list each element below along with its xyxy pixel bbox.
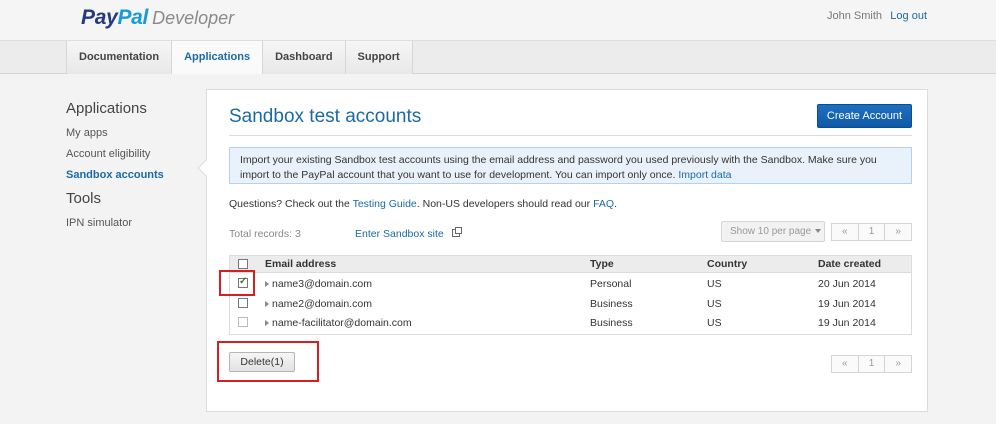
- logo-developer-text: Developer: [152, 8, 235, 28]
- row-date: 20 Jun 2014: [818, 278, 876, 290]
- logo-pal-text: Pal: [117, 6, 149, 29]
- import-info-text: Import your existing Sandbox test accoun…: [240, 154, 877, 181]
- paypal-developer-logo[interactable]: PayPal Developer: [81, 6, 234, 30]
- enter-sandbox-site-link[interactable]: Enter Sandbox site: [355, 227, 462, 240]
- expand-triangle-icon[interactable]: [265, 301, 269, 308]
- create-account-button[interactable]: Create Account: [817, 104, 912, 128]
- select-all-checkbox[interactable]: [238, 259, 248, 269]
- row-country: US: [707, 278, 722, 290]
- sidebar-item-ipn-simulator[interactable]: IPN simulator: [66, 217, 206, 229]
- title-divider: [229, 135, 912, 136]
- site-header: PayPal Developer John Smith Log out: [0, 0, 996, 40]
- pager-page-number[interactable]: 1: [859, 356, 886, 372]
- column-email: Email address: [265, 258, 337, 270]
- pager-page-number[interactable]: 1: [859, 224, 886, 240]
- accounts-table: Email address Type Country Date created …: [229, 255, 912, 335]
- faq-link[interactable]: FAQ: [593, 198, 614, 210]
- tab-support[interactable]: Support: [345, 41, 413, 74]
- logo-pay-text: Pay: [81, 6, 118, 29]
- questions-line: Questions? Check out the Testing Guide. …: [229, 198, 617, 210]
- testing-guide-link[interactable]: Testing Guide: [353, 198, 417, 210]
- sidebar-item-my-apps[interactable]: My apps: [66, 127, 206, 139]
- row-country: US: [707, 317, 722, 329]
- sidebar-heading-applications: Applications: [66, 100, 147, 117]
- external-link-icon: [451, 227, 462, 237]
- import-info-box: Import your existing Sandbox test accoun…: [229, 147, 912, 184]
- column-date-created: Date created: [818, 258, 882, 270]
- pager-next-button[interactable]: »: [885, 356, 911, 372]
- sidebar-heading-tools: Tools: [66, 190, 102, 207]
- row-checkbox[interactable]: [238, 298, 248, 308]
- row-checkbox[interactable]: [238, 317, 248, 327]
- expand-triangle-icon[interactable]: [265, 281, 269, 288]
- row-email[interactable]: name-facilitator@domain.com: [265, 317, 412, 329]
- enter-sandbox-label: Enter Sandbox site: [355, 228, 444, 240]
- page-title: Sandbox test accounts: [229, 106, 422, 127]
- sidebar-item-sandbox-accounts[interactable]: Sandbox accounts: [66, 169, 206, 181]
- table-row[interactable]: name-facilitator@domain.com Business US …: [230, 313, 911, 333]
- per-page-label: Show 10 per page: [730, 226, 812, 237]
- questions-suffix: .: [614, 198, 617, 210]
- row-type: Personal: [590, 278, 632, 290]
- pagination-top: « 1 »: [831, 223, 912, 241]
- tab-applications[interactable]: Applications: [172, 41, 264, 74]
- total-records: Total records: 3: [229, 228, 301, 240]
- row-date: 19 Jun 2014: [818, 298, 876, 310]
- questions-prefix: Questions? Check out the: [229, 198, 350, 210]
- tab-dashboard[interactable]: Dashboard: [263, 41, 346, 74]
- main-nav: Documentation Applications Dashboard Sup…: [0, 40, 996, 74]
- row-email[interactable]: name2@domain.com: [265, 298, 372, 310]
- delete-button[interactable]: Delete(1): [229, 352, 295, 372]
- highlight-checkbox-annotation: [219, 270, 255, 296]
- logout-link[interactable]: Log out: [890, 10, 927, 22]
- row-date: 19 Jun 2014: [818, 317, 876, 329]
- pager-next-button[interactable]: »: [885, 224, 911, 240]
- column-type: Type: [590, 258, 614, 270]
- table-row[interactable]: name2@domain.com Business US 19 Jun 2014: [230, 294, 911, 314]
- row-type: Business: [590, 298, 633, 310]
- import-data-link[interactable]: Import data: [678, 169, 731, 181]
- tab-documentation[interactable]: Documentation: [67, 41, 173, 74]
- pagination-bottom: « 1 »: [831, 355, 912, 373]
- row-email[interactable]: name3@domain.com: [265, 278, 372, 290]
- table-row[interactable]: name3@domain.com Personal US 20 Jun 2014: [230, 274, 911, 294]
- pager-prev-button[interactable]: «: [832, 356, 859, 372]
- questions-mid: . Non-US developers should read our: [416, 198, 591, 210]
- table-header: Email address Type Country Date created: [230, 256, 911, 273]
- column-country: Country: [707, 258, 748, 270]
- row-type: Business: [590, 317, 633, 329]
- row-country: US: [707, 298, 722, 310]
- chevron-down-icon: [815, 229, 822, 234]
- user-name: John Smith: [826, 10, 882, 22]
- expand-triangle-icon[interactable]: [265, 320, 269, 327]
- per-page-dropdown[interactable]: Show 10 per page: [721, 221, 825, 242]
- pager-prev-button[interactable]: «: [832, 224, 859, 240]
- sidebar-item-account-eligibility[interactable]: Account eligibility: [66, 148, 206, 160]
- main-panel: Sandbox test accounts Create Account Imp…: [197, 89, 928, 412]
- sidebar: Applications My apps Account eligibility…: [66, 100, 206, 238]
